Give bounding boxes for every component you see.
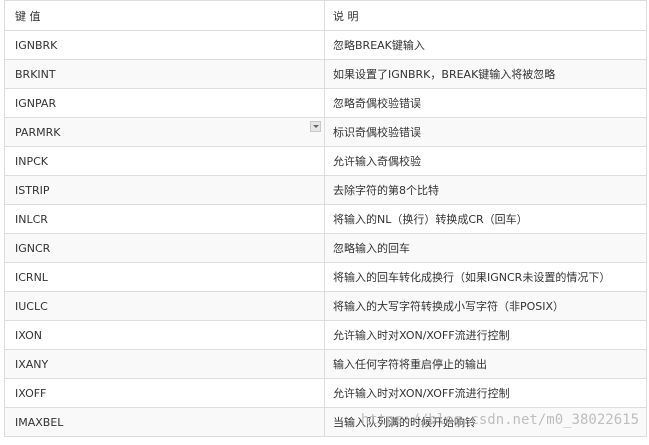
table-row: ISTRIP 去除字符的第8个比特 — [5, 176, 646, 205]
header-key: 键 值 — [5, 1, 325, 30]
row-key: BRKINT — [5, 60, 325, 88]
row-description: 忽略BREAK键输入 — [333, 39, 425, 52]
table-row: IXOFF 允许输入时对XON/XOFF流进行控制 — [5, 379, 646, 408]
table-row: IGNPAR 忽略奇偶校验错误 — [5, 89, 646, 118]
row-description: 忽略奇偶校验错误 — [333, 97, 421, 110]
row-description: 允许输入奇偶校验 — [333, 155, 421, 168]
table-row: IXON 允许输入时对XON/XOFF流进行控制 — [5, 321, 646, 350]
row-description: 允许输入时对XON/XOFF流进行控制 — [333, 329, 510, 342]
header-description: 说 明 — [333, 9, 359, 23]
table-row: INLCR 将输入的NL（换行）转换成CR（回车） — [5, 205, 646, 234]
chevron-down-icon[interactable] — [310, 121, 321, 132]
row-description: 如果设置了IGNBRK，BREAK键输入将被忽略 — [333, 68, 556, 81]
row-key: IXON — [5, 321, 325, 349]
row-description: 将输入的回车转化成换行（如果IGNCR未设置的情况下） — [333, 271, 611, 284]
row-key: IGNBRK — [5, 31, 325, 59]
row-key: IMAXBEL — [5, 408, 325, 436]
row-description: 忽略输入的回车 — [333, 242, 410, 255]
table-row: IGNBRK 忽略BREAK键输入 — [5, 31, 646, 60]
table-row: INPCK 允许输入奇偶校验 — [5, 147, 646, 176]
table-row: PARMRK 标识奇偶校验错误 — [5, 118, 646, 147]
table-row: IUCLC 将输入的大写字符转换成小写字符（非POSIX） — [5, 292, 646, 321]
row-description: 输入任何字符将重启停止的输出 — [333, 358, 487, 371]
row-key: IGNPAR — [5, 89, 325, 117]
row-key-text: PARMRK — [15, 125, 61, 139]
row-description: 标识奇偶校验错误 — [333, 126, 421, 139]
row-key: IXANY — [5, 350, 325, 378]
row-description: 去除字符的第8个比特 — [333, 184, 439, 197]
row-key: ICRNL — [5, 263, 325, 291]
row-key: IXOFF — [5, 379, 325, 407]
table-row: IGNCR 忽略输入的回车 — [5, 234, 646, 263]
table-row: ICRNL 将输入的回车转化成换行（如果IGNCR未设置的情况下） — [5, 263, 646, 292]
row-key: IGNCR — [5, 234, 325, 262]
row-key: IUCLC — [5, 292, 325, 320]
row-key-with-dropdown: PARMRK — [5, 118, 325, 146]
parameter-table: 键 值 说 明 IGNBRK 忽略BREAK键输入 BRKINT 如果设置了IG… — [4, 0, 647, 437]
watermark-url: https://blog.csdn.net/m0_38022615 — [360, 412, 639, 428]
row-key: ISTRIP — [5, 176, 325, 204]
row-key: INPCK — [5, 147, 325, 175]
row-description: 将输入的大写字符转换成小写字符（非POSIX） — [333, 300, 565, 313]
row-key: INLCR — [5, 205, 325, 233]
table-row: IXANY 输入任何字符将重启停止的输出 — [5, 350, 646, 379]
row-description: 允许输入时对XON/XOFF流进行控制 — [333, 387, 510, 400]
row-description: 将输入的NL（换行）转换成CR（回车） — [333, 213, 528, 226]
table-row: BRKINT 如果设置了IGNBRK，BREAK键输入将被忽略 — [5, 60, 646, 89]
table-header: 键 值 说 明 — [5, 0, 646, 31]
